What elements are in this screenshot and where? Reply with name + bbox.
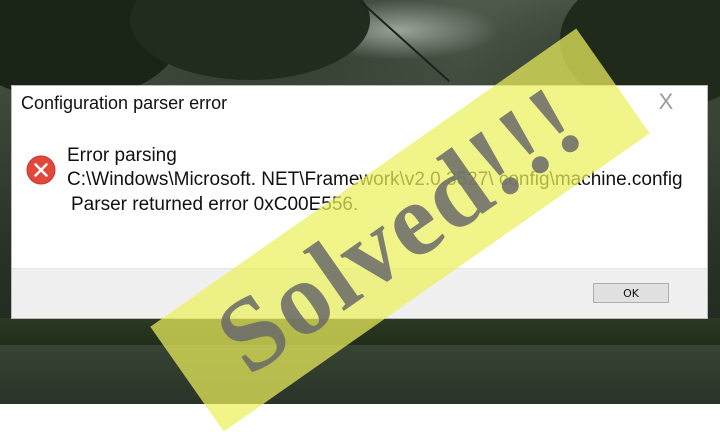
error-icon bbox=[26, 155, 56, 185]
message-line-1: Error parsing bbox=[67, 145, 177, 166]
dialog-footer: OK bbox=[12, 268, 707, 318]
dialog-title: Configuration parser error bbox=[21, 93, 228, 113]
water-reflection bbox=[0, 345, 720, 404]
tree-canopy bbox=[130, 0, 370, 80]
error-dialog: Configuration parser error X Error parsi… bbox=[11, 85, 708, 319]
error-message: Error parsing C:\Windows\Microsoft. NET\… bbox=[67, 145, 687, 216]
ok-button[interactable]: OK bbox=[593, 283, 669, 303]
message-line-2: C:\Windows\Microsoft. NET\Framework\v2.0… bbox=[67, 169, 683, 190]
message-line-3: Parser returned error 0xC00E556. bbox=[71, 194, 359, 215]
close-button[interactable]: X bbox=[655, 90, 677, 114]
